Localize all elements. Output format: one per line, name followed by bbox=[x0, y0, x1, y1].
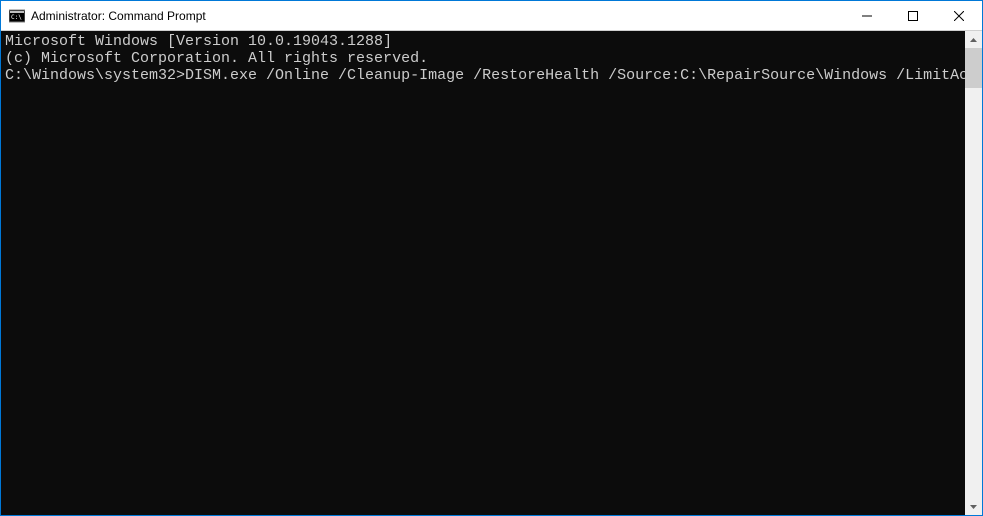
scrollbar-up-button[interactable] bbox=[965, 31, 982, 48]
cmd-icon: C:\ bbox=[9, 8, 25, 24]
maximize-button[interactable] bbox=[890, 1, 936, 30]
scrollbar-down-button[interactable] bbox=[965, 498, 982, 515]
svg-text:C:\: C:\ bbox=[11, 14, 22, 21]
scrollbar-track[interactable] bbox=[965, 48, 982, 498]
terminal[interactable]: Microsoft Windows [Version 10.0.19043.12… bbox=[1, 31, 965, 515]
chevron-up-icon bbox=[970, 38, 977, 42]
terminal-line: (c) Microsoft Corporation. All rights re… bbox=[5, 50, 965, 67]
prompt-line: C:\Windows\system32>DISM.exe /Online /Cl… bbox=[5, 67, 965, 84]
close-icon bbox=[954, 11, 964, 21]
minimize-button[interactable] bbox=[844, 1, 890, 30]
minimize-icon bbox=[862, 11, 872, 21]
prompt: C:\Windows\system32> bbox=[5, 67, 185, 84]
window-controls bbox=[844, 1, 982, 30]
scrollbar-thumb[interactable] bbox=[965, 48, 982, 88]
terminal-container: Microsoft Windows [Version 10.0.19043.12… bbox=[1, 31, 982, 515]
maximize-icon bbox=[908, 11, 918, 21]
close-button[interactable] bbox=[936, 1, 982, 30]
scrollbar[interactable] bbox=[965, 31, 982, 515]
terminal-line: Microsoft Windows [Version 10.0.19043.12… bbox=[5, 33, 965, 50]
window-title: Administrator: Command Prompt bbox=[31, 9, 844, 23]
titlebar[interactable]: C:\ Administrator: Command Prompt bbox=[1, 1, 982, 31]
chevron-down-icon bbox=[970, 505, 977, 509]
command-input: DISM.exe /Online /Cleanup-Image /Restore… bbox=[185, 67, 965, 84]
